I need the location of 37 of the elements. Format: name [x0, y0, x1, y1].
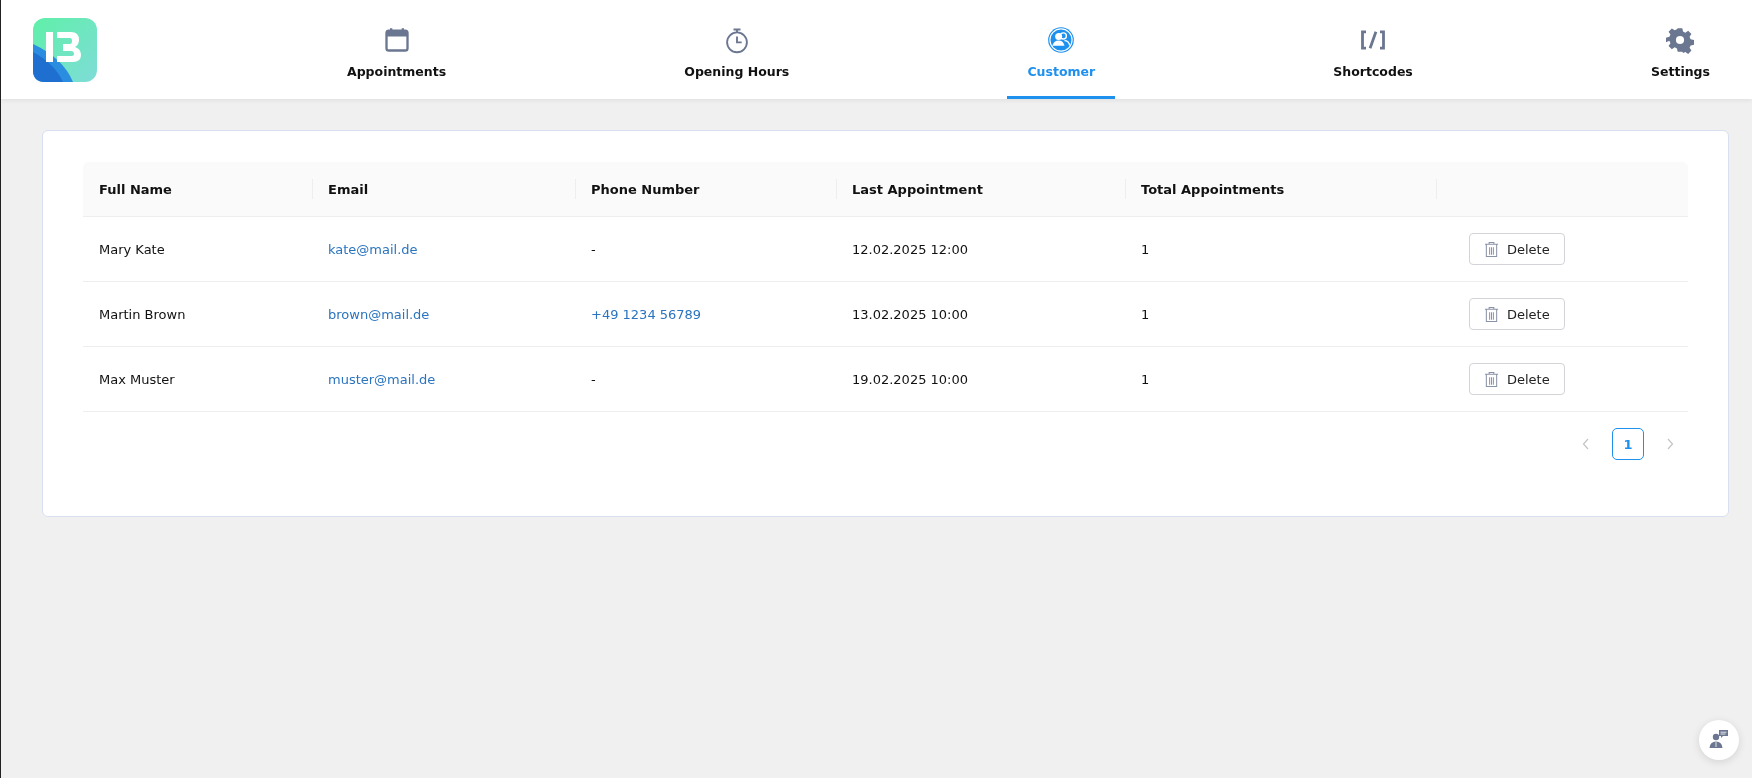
table-cell: 19.02.2025 10:00	[852, 371, 969, 387]
email-link[interactable]: brown@mail.de	[328, 306, 430, 322]
delete-button[interactable]: Delete	[1469, 363, 1565, 395]
nav-tab[interactable]: Shortcodes	[1313, 0, 1433, 99]
settings-icon	[1666, 25, 1695, 54]
table-cell: 1	[1141, 371, 1150, 387]
table-cell: Mary Kate	[99, 241, 165, 257]
table-cell: Max Muster	[99, 371, 175, 387]
column-header: Total Appointments	[1141, 181, 1285, 197]
table-cell: -	[591, 241, 596, 257]
trash-icon	[1484, 370, 1499, 388]
trash-icon	[1484, 305, 1499, 323]
column-header: Email	[328, 181, 369, 197]
column-header: Last Appointment	[852, 181, 983, 197]
table-cell: -	[591, 371, 596, 387]
table-cell: 13.02.2025 10:00	[852, 306, 969, 322]
delete-button[interactable]: Delete	[1469, 233, 1565, 265]
next-page-icon[interactable]	[1666, 438, 1674, 450]
phone-link[interactable]: +49 1234 56789	[591, 306, 702, 322]
table-cell: Martin Brown	[99, 306, 186, 322]
column-header: Full Name	[99, 181, 172, 197]
email-link[interactable]: kate@mail.de	[328, 241, 418, 257]
users-icon	[1047, 25, 1076, 54]
logo-icon	[33, 17, 97, 82]
email-link[interactable]: muster@mail.de	[328, 371, 436, 387]
column-header: Phone Number	[591, 181, 700, 197]
table-cell: 1	[1141, 306, 1150, 322]
previous-page-icon[interactable]	[1582, 438, 1590, 450]
calendar-icon	[382, 25, 411, 54]
nav-tab[interactable]: Appointments	[327, 0, 467, 99]
nav-tab[interactable]: Opening Hours	[664, 0, 810, 99]
support-chat-button[interactable]	[1699, 720, 1739, 760]
trash-icon	[1484, 240, 1499, 258]
delete-button[interactable]: Delete	[1469, 298, 1565, 330]
nav-tab[interactable]: Settings	[1630, 0, 1730, 99]
table-cell: 1	[1141, 241, 1150, 257]
table-cell: 12.02.2025 12:00	[852, 241, 969, 257]
